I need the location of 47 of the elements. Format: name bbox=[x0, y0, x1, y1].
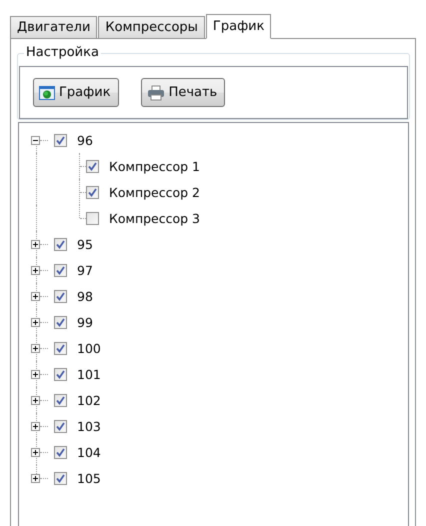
expand-icon[interactable] bbox=[31, 474, 40, 482]
tree-item[interactable]: Компрессор 2 bbox=[109, 184, 200, 200]
checkbox[interactable] bbox=[54, 290, 67, 302]
tree-item[interactable]: 101 bbox=[77, 366, 101, 382]
tree-item[interactable]: 95 bbox=[77, 236, 93, 252]
tree-item[interactable]: 97 bbox=[77, 262, 93, 278]
expand-icon[interactable] bbox=[31, 240, 40, 248]
group-title: Настройка bbox=[24, 45, 101, 60]
tab[interactable]: Двигатели bbox=[10, 16, 98, 38]
tree-item[interactable]: 105 bbox=[77, 470, 101, 486]
print-button[interactable]: Печать bbox=[140, 78, 226, 107]
expand-icon[interactable] bbox=[31, 370, 40, 378]
checkbox[interactable] bbox=[86, 186, 99, 198]
tree-item[interactable]: 104 bbox=[77, 444, 101, 460]
checkbox[interactable] bbox=[54, 134, 67, 146]
checkbox[interactable] bbox=[54, 394, 67, 406]
tab[interactable]: Компрессоры bbox=[98, 16, 205, 38]
tree-item[interactable]: Компрессор 1 bbox=[109, 158, 200, 174]
expand-icon[interactable] bbox=[31, 266, 40, 274]
checkbox[interactable] bbox=[54, 368, 67, 380]
checkbox[interactable] bbox=[54, 238, 67, 250]
collapse-icon[interactable] bbox=[31, 136, 40, 144]
checkbox[interactable] bbox=[54, 472, 67, 484]
tree-item[interactable]: 99 bbox=[77, 314, 93, 330]
expand-icon[interactable] bbox=[31, 344, 40, 352]
tree-item[interactable]: 100 bbox=[77, 340, 101, 356]
checkbox[interactable] bbox=[54, 446, 67, 458]
expand-icon[interactable] bbox=[31, 318, 40, 326]
checkbox[interactable] bbox=[54, 420, 67, 432]
expand-icon[interactable] bbox=[31, 422, 40, 430]
checkbox[interactable] bbox=[54, 264, 67, 276]
printer-icon bbox=[146, 84, 165, 100]
checkbox[interactable] bbox=[86, 212, 99, 224]
tree-item[interactable]: 103 bbox=[77, 418, 101, 434]
tree-item[interactable]: 102 bbox=[77, 392, 101, 408]
tree-item[interactable]: 98 bbox=[77, 288, 93, 304]
checkbox[interactable] bbox=[86, 160, 99, 172]
tab[interactable]: График bbox=[206, 14, 272, 39]
checkbox[interactable] bbox=[54, 316, 67, 328]
expand-icon[interactable] bbox=[31, 396, 40, 404]
tree-item[interactable]: 96 bbox=[77, 132, 93, 148]
expand-icon[interactable] bbox=[31, 292, 40, 300]
window-icon bbox=[39, 84, 55, 100]
expand-icon[interactable] bbox=[31, 448, 40, 456]
chart-button[interactable]: График bbox=[33, 78, 119, 107]
checkbox[interactable] bbox=[54, 342, 67, 354]
tree-item[interactable]: Компрессор 3 bbox=[109, 210, 200, 226]
